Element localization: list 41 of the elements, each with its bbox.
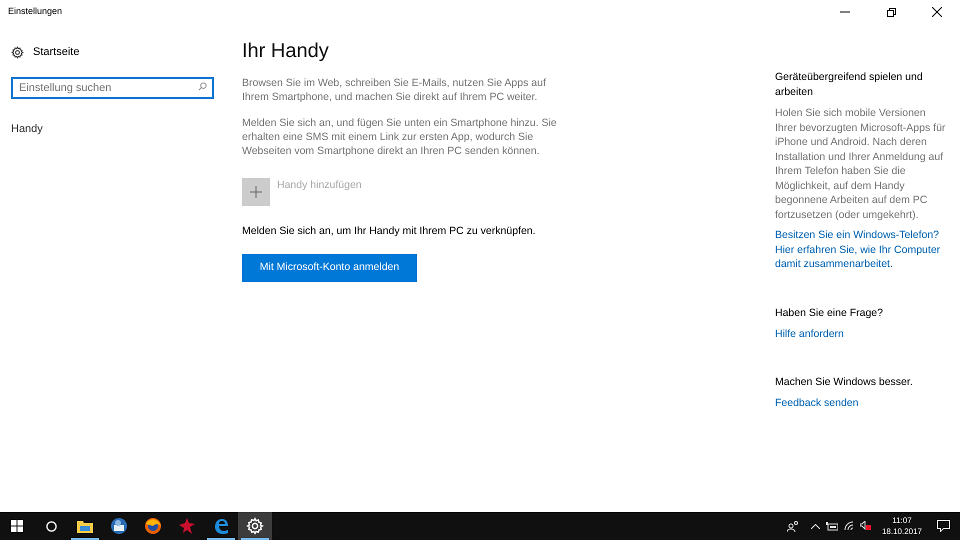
people-icon: [786, 520, 799, 532]
windows-icon: [11, 520, 23, 532]
chevron-up-icon: [810, 524, 820, 528]
search-field[interactable]: Einstellung suchen: [11, 76, 214, 98]
window-title: Einstellungen: [7, 5, 62, 18]
folder-icon: [76, 518, 94, 534]
aside-text: Holen Sie sich mobile Versionen Ihrer bevorzugten Microsoft-Apps für iPhone und Android. Nach deren Installation und Ihrer Anmeldung auf Ihrem Telefon haben Sie die Möglichkeit, auf dem Handy begonnene Arbeiten auf dem PC fortzusetzen (oder umgekehrt).: [775, 106, 946, 222]
nav-item[interactable]: Handy: [11, 120, 214, 137]
battery-icon: [826, 522, 838, 530]
help-link[interactable]: Besitzen Sie ein Windows-Telefon? Hier erfahren Sie, wie Ihr Computer damit zusammenarbeitet.: [775, 228, 947, 272]
settings-icon: [246, 517, 264, 535]
aside-heading: Machen Sie Windows besser.: [775, 375, 914, 390]
running-indicator: [241, 538, 269, 540]
close-icon: [932, 7, 942, 17]
aside-heading: Geräteübergreifend spielen und arbeiten: [775, 70, 924, 100]
message-icon: [936, 520, 950, 532]
running-indicator: [207, 538, 235, 540]
add-phone-label: Handy hinzufügen: [277, 178, 362, 193]
description-text: Browsen Sie im Web, schreiben Sie E-Mails, nutzen Sie Apps auf Ihrem Smartphone, und machen Sie direkt auf Ihrem PC weiter.: [242, 76, 547, 104]
clock-time: 11:07: [892, 515, 912, 526]
wifi-icon: [844, 521, 854, 531]
firefox-icon: [144, 517, 162, 535]
minimize-icon: [840, 11, 850, 13]
restore-icon: [886, 8, 896, 16]
aside-heading: Haben Sie eine Frage?: [775, 306, 884, 320]
help-link[interactable]: Hilfe anfordern: [775, 326, 947, 341]
edge-icon: [212, 517, 230, 535]
home-link[interactable]: Startseite: [33, 44, 80, 60]
running-indicator: [71, 538, 99, 540]
page-title: Ihr Handy: [242, 39, 330, 64]
clock-date: 18.10.2017: [882, 526, 922, 537]
signin-button[interactable]: Mit Microsoft-Konto anmelden: [242, 254, 417, 282]
description-text: Melden Sie sich an, und fügen Sie unten ein Smartphone hinzu. Sie erhalten eine SMS mit einem Link zur ersten App, wodurch Sie Webseiten vom Smartphone direkt an Ihren PC senden können.: [242, 116, 558, 158]
plus-icon: [250, 186, 262, 198]
search-icon: [198, 82, 207, 90]
signin-text: Melden Sie sich an, um Ihr Handy mit Ihrem PC zu verknüpfen.: [242, 224, 537, 239]
circle-icon: [46, 520, 56, 532]
help-link[interactable]: Feedback senden: [775, 396, 947, 410]
home-gear-icon: [11, 46, 24, 59]
taskbar-app[interactable]: [238, 512, 272, 540]
muted-speaker-icon: [860, 521, 872, 531]
